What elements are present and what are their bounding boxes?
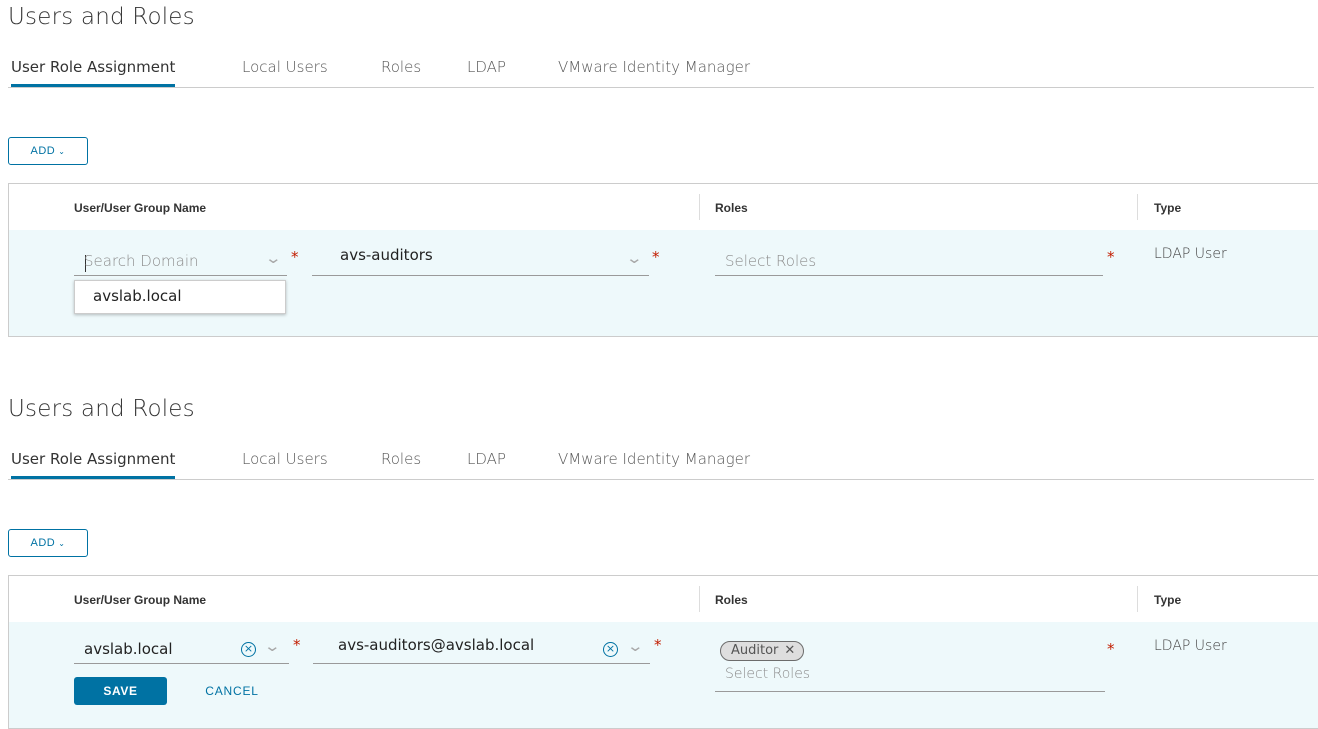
search-domain-input[interactable]: Search Domain ⌄ <box>74 246 287 276</box>
cancel-button[interactable]: CANCEL <box>187 677 277 705</box>
user-group-input[interactable]: avs-auditors ⌄ <box>312 246 649 276</box>
add-button[interactable]: ADD ⌄ <box>8 137 88 165</box>
domain-dropdown: avslab.local <box>74 280 286 314</box>
clear-circle-icon[interactable]: × <box>603 642 618 657</box>
tab-roles[interactable]: Roles <box>381 450 421 479</box>
save-button[interactable]: SAVE <box>74 677 167 705</box>
type-value: LDAP User <box>1154 638 1227 654</box>
required-asterisk: * <box>291 248 299 266</box>
chevron-down-icon[interactable]: ⌄ <box>263 637 281 655</box>
add-button-label: ADD <box>30 145 56 157</box>
domain-value: avslab.local <box>84 640 173 658</box>
chevron-down-icon[interactable]: ⌄ <box>626 637 644 655</box>
column-header-type[interactable]: Type <box>1154 593 1181 607</box>
required-asterisk: * <box>654 636 662 654</box>
user-role-grid: User/User Group Name Roles Type Search D… <box>8 183 1318 337</box>
type-value: LDAP User <box>1154 246 1227 262</box>
users-roles-panel-after: Users and Roles User Role Assignment Loc… <box>0 392 1318 729</box>
users-roles-panel-before: Users and Roles User Role Assignment Loc… <box>0 0 1318 360</box>
required-asterisk: * <box>652 248 660 266</box>
tab-ldap[interactable]: LDAP <box>467 450 506 479</box>
domain-input[interactable]: avslab.local × ⌄ <box>74 634 289 664</box>
required-asterisk: * <box>1107 640 1115 658</box>
grid-header: User/User Group Name Roles Type <box>9 184 1318 231</box>
chevron-down-icon[interactable]: ⌄ <box>625 249 643 267</box>
tab-local-users[interactable]: Local Users <box>242 450 328 479</box>
column-divider[interactable] <box>1137 194 1138 220</box>
chevron-down-icon[interactable]: ⌄ <box>264 249 282 267</box>
required-asterisk: * <box>293 636 301 654</box>
tab-roles[interactable]: Roles <box>381 58 421 87</box>
tab-user-role-assignment[interactable]: User Role Assignment <box>11 450 176 479</box>
column-divider[interactable] <box>1137 586 1138 612</box>
column-divider[interactable] <box>699 194 700 220</box>
tab-user-role-assignment[interactable]: User Role Assignment <box>11 58 176 87</box>
column-divider[interactable] <box>699 586 700 612</box>
chevron-down-icon: ⌄ <box>58 147 66 156</box>
table-row: avslab.local × ⌄ * avs-auditors@avslab.l… <box>9 622 1318 728</box>
tab-bar: User Role Assignment Local Users Roles L… <box>8 448 1314 480</box>
column-header-type[interactable]: Type <box>1154 201 1181 215</box>
tab-bar: User Role Assignment Local Users Roles L… <box>8 56 1314 88</box>
select-roles-placeholder: Select Roles <box>725 252 817 270</box>
role-chip: Auditor ✕ <box>720 641 805 661</box>
column-header-user-name[interactable]: User/User Group Name <box>74 593 206 607</box>
select-roles-input[interactable]: Auditor ✕ Select Roles <box>715 638 1105 692</box>
grid-header: User/User Group Name Roles Type <box>9 576 1318 623</box>
clear-circle-icon[interactable]: × <box>241 642 256 657</box>
dropdown-option-avslab-local[interactable]: avslab.local <box>93 287 181 305</box>
tab-local-users[interactable]: Local Users <box>242 58 328 87</box>
tab-vmware-identity-manager[interactable]: VMware Identity Manager <box>558 58 750 87</box>
user-group-value: avs-auditors@avslab.local <box>338 636 535 654</box>
select-roles-input[interactable]: Select Roles <box>715 246 1103 276</box>
add-button-label: ADD <box>30 537 56 549</box>
user-group-value: avs-auditors <box>340 246 433 264</box>
select-roles-placeholder: Select Roles <box>725 666 811 682</box>
table-row: Search Domain ⌄ * avs-auditors ⌄ * Selec… <box>9 230 1318 336</box>
column-header-roles[interactable]: Roles <box>715 201 748 215</box>
page-title: Users and Roles <box>8 396 195 422</box>
user-group-input[interactable]: avs-auditors@avslab.local × ⌄ <box>313 634 650 664</box>
required-asterisk: * <box>1107 248 1115 266</box>
chevron-down-icon: ⌄ <box>58 539 66 548</box>
role-chip-label: Auditor <box>731 643 779 658</box>
page-title: Users and Roles <box>8 4 195 30</box>
close-icon[interactable]: ✕ <box>784 643 795 658</box>
tab-ldap[interactable]: LDAP <box>467 58 506 87</box>
user-role-grid: User/User Group Name Roles Type avslab.l… <box>8 575 1318 729</box>
add-button[interactable]: ADD ⌄ <box>8 529 88 557</box>
tab-vmware-identity-manager[interactable]: VMware Identity Manager <box>558 450 750 479</box>
column-header-user-name[interactable]: User/User Group Name <box>74 201 206 215</box>
column-header-roles[interactable]: Roles <box>715 593 748 607</box>
search-domain-placeholder: Search Domain <box>84 252 199 270</box>
